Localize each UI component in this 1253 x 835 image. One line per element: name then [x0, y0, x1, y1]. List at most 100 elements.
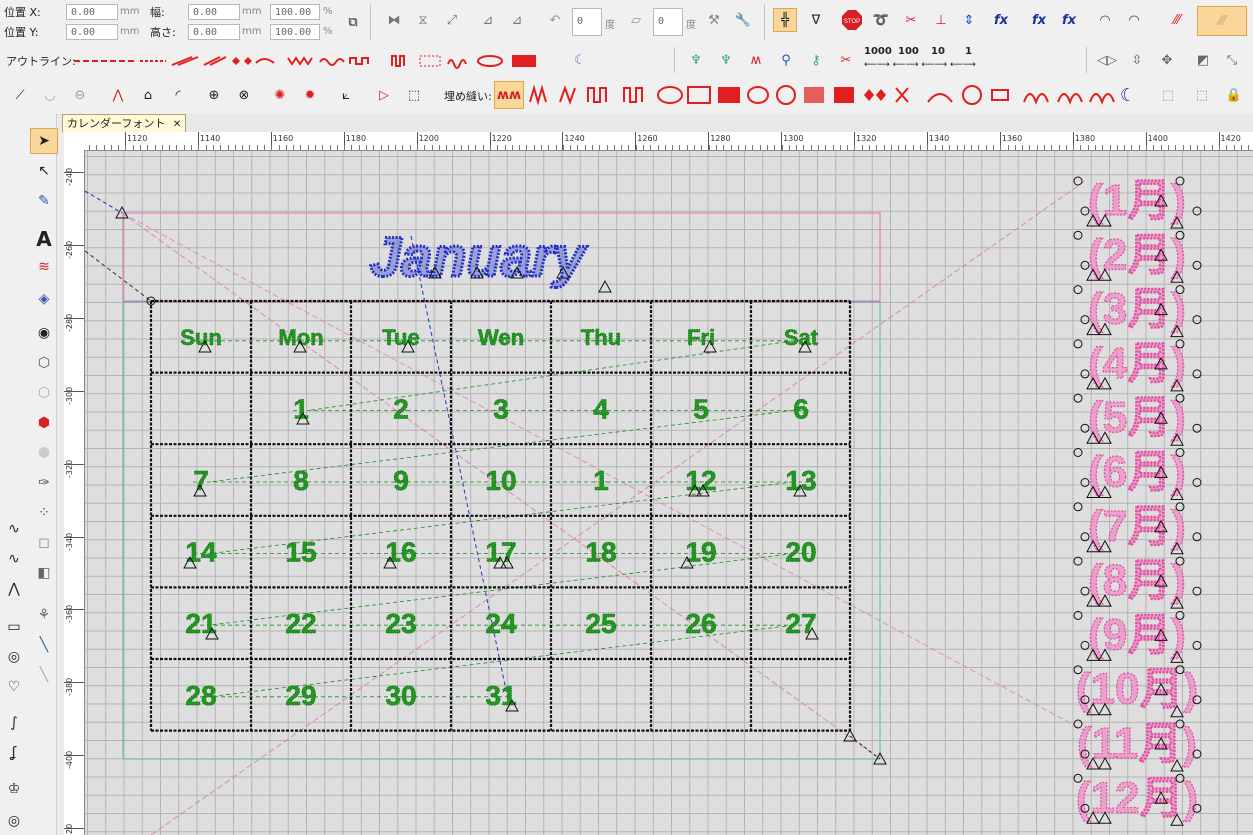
select-arrow-icon[interactable]: ➤	[30, 128, 58, 154]
day-number[interactable]: 4	[593, 393, 610, 425]
document-tab[interactable]: カレンダーフォント ✕	[62, 114, 187, 132]
day-number[interactable]: 24	[485, 608, 517, 640]
day-number[interactable]: 12	[685, 465, 717, 497]
tools-icon[interactable]: ⚒	[702, 8, 726, 32]
mirror-diagonal-icon[interactable]: ⤢	[440, 8, 464, 32]
split-icon[interactable]: ⊕	[202, 83, 226, 107]
fill-styles[interactable]	[528, 82, 1118, 108]
curve-node-icon[interactable]: ∿	[0, 516, 28, 542]
triangle-node-icon[interactable]: ⋀	[0, 576, 28, 602]
arc-tool-icon[interactable]: ◜	[166, 83, 190, 107]
day-number[interactable]: 2	[393, 393, 409, 425]
density-icon[interactable]: ʍ	[744, 48, 768, 72]
day-number[interactable]: 10	[485, 465, 517, 497]
flip-horizontal-icon[interactable]: ⧓	[382, 8, 406, 32]
bobbin-icon[interactable]: ⚷	[804, 48, 828, 72]
spool-icon[interactable]: ⚲	[774, 48, 798, 72]
spiral-icon[interactable]: ʆ	[0, 740, 28, 766]
scale-x-field[interactable]: 100.00	[270, 4, 320, 20]
path-tool-icon[interactable]: ⟀	[334, 83, 358, 107]
step-arrows[interactable]: ⟵⟶ ⟵⟶ ⟵⟶ ⟵⟶	[864, 60, 976, 70]
tie-off-icon[interactable]: ⊥	[929, 8, 953, 32]
fit-icon[interactable]: ◩	[1191, 48, 1215, 72]
height-field[interactable]: 0.00	[188, 24, 240, 40]
knife-icon[interactable]: ✑	[30, 470, 58, 496]
day-number[interactable]: 5	[693, 393, 709, 425]
weekday-label[interactable]: Sat	[783, 324, 819, 350]
fill-satin-icon[interactable]: ʍʍ	[494, 81, 524, 109]
expand-icon[interactable]: ⤡	[1220, 48, 1244, 72]
moon-icon[interactable]: ☾	[568, 48, 592, 72]
canvas-drawing[interactable]: Sun Mon Tue Wen Thu Fri Sat1 2 3 4 5 67 8 9 10 1 12 1314 1…	[85, 151, 1253, 835]
node-select-icon[interactable]: ↖	[30, 158, 58, 184]
select-box-icon[interactable]: ⬚	[402, 83, 426, 107]
radial-fill-icon[interactable]: ✹	[298, 83, 322, 107]
month-label[interactable]: (1月)	[1088, 175, 1187, 225]
ungroup-icon[interactable]: ⬚	[1190, 83, 1214, 107]
count-100[interactable]: 100	[898, 46, 919, 57]
day-number[interactable]: 3	[493, 393, 509, 425]
curve-tool-icon[interactable]: ◡	[38, 83, 62, 107]
ellipse-tool-icon[interactable]: ⊖	[68, 83, 92, 107]
count-10[interactable]: 10	[931, 46, 945, 57]
slant-icon[interactable]: ▱	[624, 8, 648, 32]
wrench-icon[interactable]: 🔧	[731, 8, 755, 32]
calendar-title[interactable]: January	[369, 224, 590, 290]
align-h-icon[interactable]: ◁▷	[1095, 48, 1119, 72]
weekday-label[interactable]: Wen	[478, 324, 525, 350]
month-label[interactable]: (8月)	[1088, 555, 1187, 605]
flip-vertical-icon[interactable]: ⧖	[411, 8, 435, 32]
day-number[interactable]: 14	[185, 536, 217, 568]
horizontal-ruler[interactable]: 1120 1140 1160 1180 1200 1220 1240 1260 1280 1300…	[84, 132, 1253, 151]
month-label[interactable]: (7月)	[1088, 501, 1187, 551]
day-number[interactable]: 18	[585, 536, 617, 568]
day-number[interactable]: 27	[785, 608, 817, 640]
width-field[interactable]: 0.00	[188, 4, 240, 20]
count-1000[interactable]: 1000	[864, 46, 892, 57]
weekday-label[interactable]: Fri	[687, 324, 716, 350]
function-icon[interactable]: fx	[989, 8, 1013, 32]
eye-2-icon[interactable]: ◎	[0, 808, 28, 834]
day-number[interactable]: 13	[785, 465, 817, 497]
close-icon[interactable]: ✕	[173, 119, 181, 130]
align-v-icon[interactable]: ⇳	[1125, 48, 1149, 72]
group-icon[interactable]: ⬚	[1156, 83, 1180, 107]
month-label[interactable]: (6月)	[1088, 447, 1187, 497]
skew-right-icon[interactable]: ⊿	[505, 8, 529, 32]
bobbin-tool-icon[interactable]: ⚘	[30, 602, 58, 628]
month-label[interactable]: (9月)	[1088, 610, 1187, 660]
curve-node-2-icon[interactable]: ∿	[0, 546, 28, 572]
thread-icon-1[interactable]: ♆	[684, 48, 708, 72]
arrow-tool-icon[interactable]: ▷	[372, 83, 396, 107]
day-number[interactable]: 15	[285, 536, 317, 568]
day-number[interactable]: 16	[385, 536, 417, 568]
month-label[interactable]: (4月)	[1088, 338, 1187, 388]
design-canvas[interactable]: Sun Mon Tue Wen Thu Fri Sat 1 2 3 4 5 6 7 8 9 10 1 12 13 14 1…	[85, 151, 1253, 835]
join-icon[interactable]: ⊗	[232, 83, 256, 107]
stitch-start-icon[interactable]: ╬	[773, 8, 797, 32]
satin-feather-active-icon[interactable]: ⁄⁄⁄	[1197, 6, 1247, 36]
day-number[interactable]: 9	[393, 465, 409, 497]
weekday-label[interactable]: Tue	[382, 324, 420, 350]
function-off-icon[interactable]: fx	[1027, 8, 1051, 32]
crescent-icon[interactable]: ☾	[1116, 83, 1140, 107]
month-label[interactable]: (5月)	[1088, 393, 1187, 443]
day-number[interactable]: 8	[293, 465, 309, 497]
month-label[interactable]: (2月)	[1088, 230, 1187, 280]
circle-tool-icon[interactable]: ◉	[30, 320, 58, 346]
square-icon[interactable]: ◻	[30, 530, 58, 556]
squiggle-icon[interactable]: ∫	[0, 710, 28, 736]
updown-icon[interactable]: ⇕	[957, 8, 981, 32]
weekday-label[interactable]: Mon	[278, 324, 324, 350]
day-number[interactable]: 21	[185, 608, 217, 640]
node-tool-icon[interactable]: ⋀	[106, 83, 130, 107]
day-number[interactable]: 29	[285, 679, 317, 711]
text-tool-icon[interactable]: A	[30, 226, 58, 252]
scale-y-field[interactable]: 100.00	[270, 24, 320, 40]
thread-icon-2[interactable]: ♆	[714, 48, 738, 72]
text-path-icon[interactable]: ≋	[30, 254, 58, 280]
pentagon-tool-icon[interactable]: ⌂	[136, 83, 160, 107]
hexagon-gray-icon[interactable]: ⬢	[30, 440, 58, 466]
lock-icon[interactable]: 🔒	[1222, 83, 1246, 107]
count-1[interactable]: 1	[965, 46, 972, 57]
